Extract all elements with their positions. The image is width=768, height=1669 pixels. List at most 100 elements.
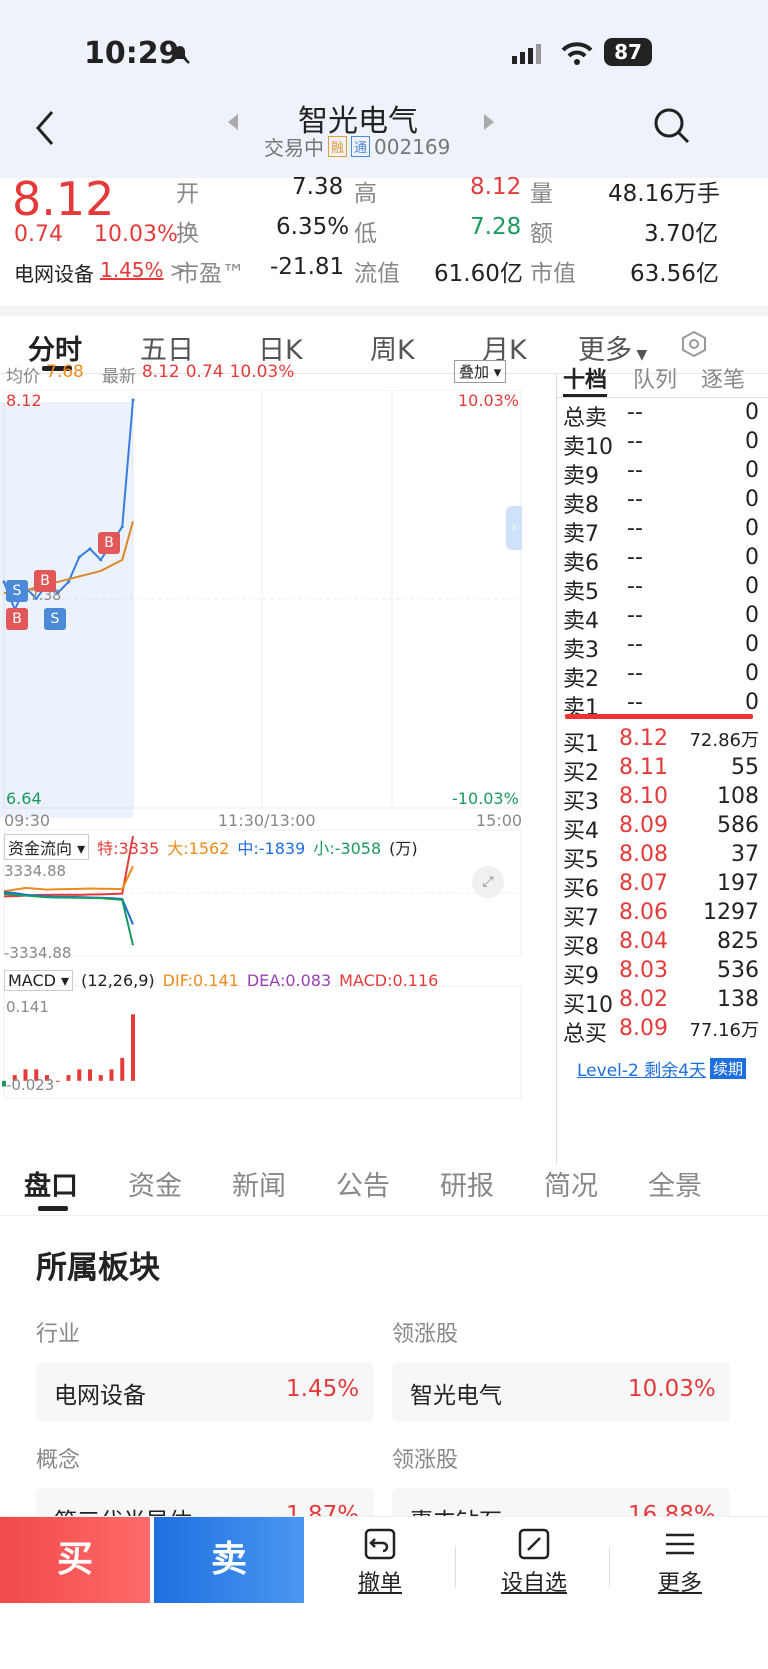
mcap-label: 市值 bbox=[530, 261, 576, 287]
flow-dropdown[interactable]: 资金流向 ▾ bbox=[4, 834, 90, 860]
level-volume: 0 bbox=[745, 487, 759, 512]
tab-queue[interactable]: 队列 bbox=[633, 362, 677, 394]
ask-row[interactable]: 卖10 -- 0 bbox=[557, 429, 768, 460]
level-price: 8.02 bbox=[619, 987, 668, 1012]
tab-news[interactable]: 新闻 bbox=[232, 1164, 286, 1203]
level-price: 8.09 bbox=[619, 1016, 668, 1041]
level-price: 8.09 bbox=[619, 813, 668, 838]
amount-value: 3.70亿 bbox=[644, 221, 719, 247]
level-price: -- bbox=[627, 429, 643, 454]
bid-row[interactable]: 买6 8.07 197 bbox=[557, 871, 768, 902]
latest-value: 8.12 bbox=[141, 362, 180, 382]
tab-overview[interactable]: 全景 bbox=[648, 1164, 702, 1203]
sector-name: 电网设备 bbox=[14, 262, 94, 286]
search-icon[interactable] bbox=[652, 106, 692, 146]
ask-row[interactable]: 卖5 -- 0 bbox=[557, 574, 768, 605]
expand-panel-handle[interactable]: › bbox=[506, 506, 522, 550]
ask-row[interactable]: 卖4 -- 0 bbox=[557, 603, 768, 634]
renew-button[interactable]: 续期 bbox=[710, 1058, 747, 1079]
bid-row[interactable]: 买7 8.06 1297 bbox=[557, 900, 768, 931]
level-label: 卖9 bbox=[563, 464, 599, 489]
flow-series-line bbox=[3, 892, 134, 946]
more-button[interactable]: 更多 bbox=[640, 1527, 720, 1597]
low-value: 7.28 bbox=[470, 214, 522, 240]
bid-row[interactable]: 买9 8.03 536 bbox=[557, 958, 768, 989]
buy-button[interactable]: 买 bbox=[0, 1517, 150, 1603]
macd-bar bbox=[66, 1075, 71, 1081]
level-label: 买6 bbox=[563, 877, 599, 902]
bid-row[interactable]: 买10 8.02 138 bbox=[557, 987, 768, 1018]
bid-row[interactable]: 买2 8.11 55 bbox=[557, 755, 768, 786]
ask-row[interactable]: 总卖 -- 0 bbox=[557, 400, 768, 431]
tab-funds[interactable]: 资金 bbox=[128, 1164, 182, 1203]
bid-row[interactable]: 买8 8.04 825 bbox=[557, 929, 768, 960]
level-label: 卖5 bbox=[563, 580, 599, 605]
cancel-order-button[interactable]: 撤单 bbox=[340, 1527, 420, 1597]
tab-week-k[interactable]: 周K bbox=[370, 328, 415, 367]
cancel-order-icon bbox=[364, 1528, 396, 1560]
next-stock-arrow-icon[interactable] bbox=[482, 112, 496, 132]
tab-profile[interactable]: 简况 bbox=[544, 1164, 598, 1203]
bid-row[interactable]: 买3 8.10 108 bbox=[557, 784, 768, 815]
detail-tabs: 盘口 资金 新闻 公告 研报 简况 全景 bbox=[0, 1154, 768, 1216]
level2-promo[interactable]: Level-2 剩余4天 续期 bbox=[577, 1056, 747, 1081]
macd-dropdown[interactable]: MACD ▾ bbox=[4, 970, 74, 991]
tab-ten-levels[interactable]: 十档 bbox=[563, 362, 608, 397]
price: 8.12 bbox=[12, 172, 115, 226]
tab-tick[interactable]: 逐笔 bbox=[701, 362, 745, 394]
bid-row[interactable]: 买4 8.09 586 bbox=[557, 813, 768, 844]
tab-pankou[interactable]: 盘口 bbox=[24, 1164, 78, 1203]
ask-row[interactable]: 卖7 -- 0 bbox=[557, 516, 768, 547]
divider bbox=[609, 1547, 610, 1587]
level-price: -- bbox=[627, 661, 643, 686]
chart-area: 均价 7.68 最新 8.12 0.74 10.03% 叠加 ▾ 8.12 10… bbox=[0, 360, 555, 1164]
level-price: 8.03 bbox=[619, 958, 668, 983]
level-price: -- bbox=[627, 516, 643, 541]
concept-leader-label: 领涨股 bbox=[392, 1448, 459, 1473]
fullscreen-icon[interactable]: ⤢ bbox=[472, 866, 504, 898]
macd-dif: DIF:0.141 bbox=[162, 971, 239, 990]
overlay-dropdown[interactable]: 叠加 ▾ bbox=[454, 360, 507, 383]
buy-marker[interactable]: B bbox=[34, 570, 56, 592]
ask-row[interactable]: 卖6 -- 0 bbox=[557, 545, 768, 576]
sector-link[interactable]: 电网设备 1.45% > bbox=[14, 258, 186, 287]
add-watchlist-button[interactable]: 设自选 bbox=[494, 1527, 574, 1597]
time-start-label: 09:30 bbox=[4, 811, 51, 830]
latest-change: 0.74 bbox=[185, 362, 224, 382]
bid-row[interactable]: 总买 8.09 77.16万 bbox=[557, 1016, 768, 1047]
back-arrow-icon[interactable] bbox=[30, 108, 60, 148]
macd-bar bbox=[98, 1075, 103, 1081]
level-price: -- bbox=[627, 574, 643, 599]
battery-level: 87 bbox=[614, 40, 642, 64]
tab-research[interactable]: 研报 bbox=[440, 1164, 494, 1203]
prev-stock-arrow-icon[interactable] bbox=[226, 112, 240, 132]
sell-button[interactable]: 卖 bbox=[154, 1517, 304, 1603]
level-price: -- bbox=[627, 487, 643, 512]
level-volume: 55 bbox=[731, 755, 759, 780]
level-price: 8.12 bbox=[619, 726, 668, 751]
buy-marker[interactable]: B bbox=[6, 608, 28, 630]
sector-section: 所属板块 行业 领涨股 电网设备 1.45% 智光电气 10.03% 概念 领涨… bbox=[0, 1220, 768, 1520]
settings-hexagon-icon[interactable] bbox=[680, 330, 708, 358]
ask-row[interactable]: 卖2 -- 0 bbox=[557, 661, 768, 692]
buy-marker[interactable]: B bbox=[98, 532, 120, 554]
bid-row[interactable]: 买5 8.08 37 bbox=[557, 842, 768, 873]
leader-card[interactable]: 智光电气 10.03% bbox=[392, 1362, 730, 1422]
clock: 10:29 bbox=[84, 36, 180, 71]
level-label: 卖7 bbox=[563, 522, 599, 547]
bid-row[interactable]: 买1 8.12 72.86万 bbox=[557, 726, 768, 757]
flow-top-label: 3334.88 bbox=[4, 862, 67, 880]
level-price: 8.04 bbox=[619, 929, 668, 954]
macd-header: MACD ▾ (12,26,9) DIF:0.141 DEA:0.083 MAC… bbox=[4, 970, 438, 991]
sell-marker[interactable]: S bbox=[44, 608, 66, 630]
ask-row[interactable]: 卖9 -- 0 bbox=[557, 458, 768, 489]
concept-label: 概念 bbox=[36, 1448, 81, 1473]
ask-row[interactable]: 卖3 -- 0 bbox=[557, 632, 768, 663]
level-label: 卖3 bbox=[563, 638, 599, 663]
sell-marker[interactable]: S bbox=[6, 580, 28, 602]
tab-notice[interactable]: 公告 bbox=[336, 1164, 390, 1203]
industry-card[interactable]: 电网设备 1.45% bbox=[36, 1362, 374, 1422]
level-label: 买8 bbox=[563, 935, 599, 960]
pe-label: 市盈™ bbox=[176, 261, 245, 287]
ask-row[interactable]: 卖8 -- 0 bbox=[557, 487, 768, 518]
